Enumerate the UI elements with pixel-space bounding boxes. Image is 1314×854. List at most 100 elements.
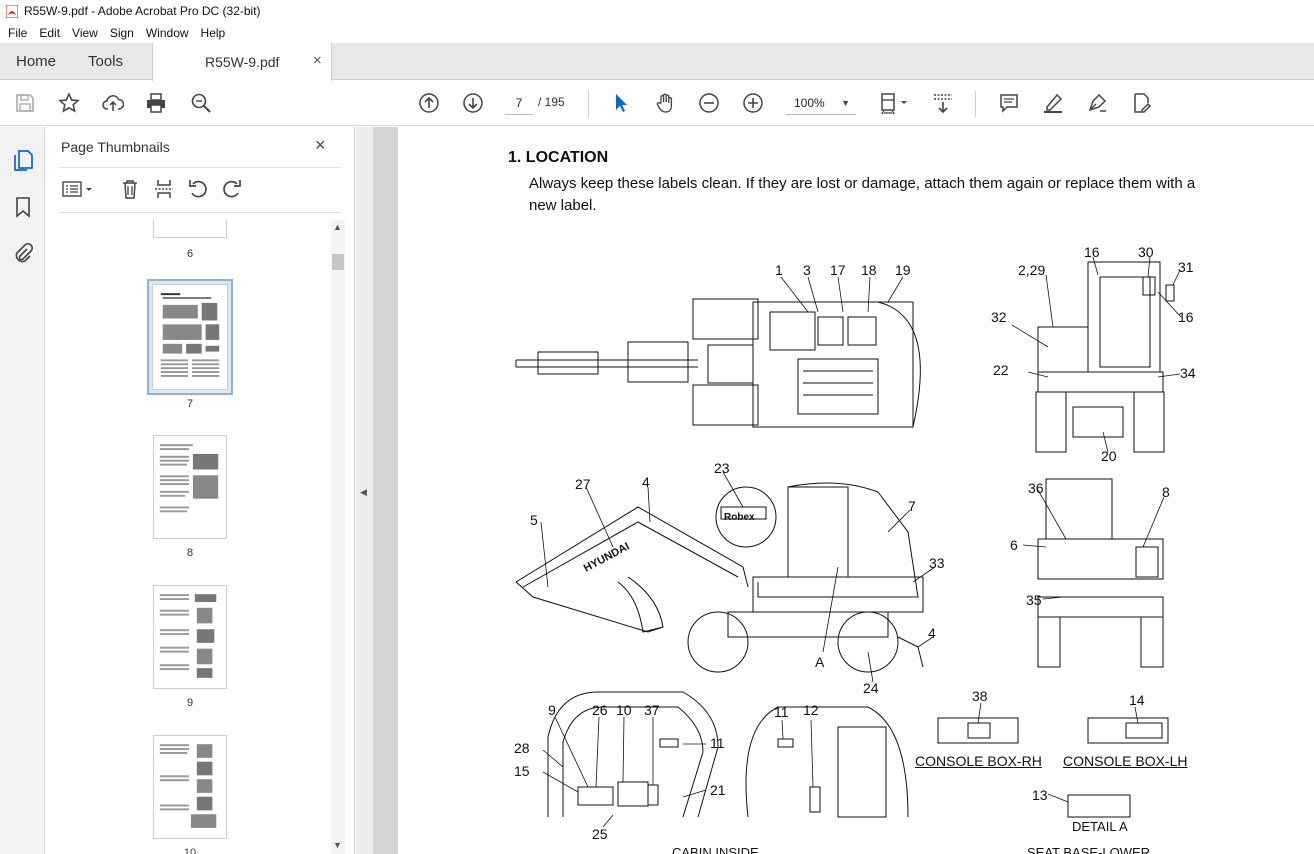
panel-splitter[interactable]: ◀ bbox=[356, 127, 373, 854]
save-button[interactable] bbox=[13, 91, 37, 115]
svg-text:16: 16 bbox=[1178, 309, 1194, 325]
svg-text:4: 4 bbox=[928, 625, 936, 641]
scrolling-mode-icon bbox=[934, 94, 952, 114]
fill-sign-button[interactable] bbox=[1129, 91, 1153, 115]
plus-circle-icon bbox=[743, 93, 763, 113]
main-toolbar: 7 / 195 100% ▼ bbox=[0, 81, 1314, 126]
draw-button[interactable] bbox=[1085, 91, 1109, 115]
svg-text:34: 34 bbox=[1180, 365, 1196, 381]
attachments-button[interactable] bbox=[10, 240, 36, 266]
thumbnail-label: 6 bbox=[186, 248, 194, 260]
svg-text:28: 28 bbox=[514, 740, 530, 756]
select-tool-button[interactable] bbox=[609, 91, 633, 115]
page-number-input[interactable]: 7 bbox=[505, 91, 533, 115]
svg-text:33: 33 bbox=[929, 555, 945, 571]
scroll-down-icon[interactable]: ▼ bbox=[333, 840, 342, 850]
thumbnail-options-button[interactable] bbox=[61, 177, 95, 201]
page-total: / 195 bbox=[538, 95, 565, 109]
thumbnail-page-9[interactable] bbox=[153, 585, 227, 689]
bookmark-icon bbox=[16, 197, 30, 218]
thumbnail-label: 9 bbox=[186, 697, 194, 709]
fill-sign-icon bbox=[1134, 93, 1152, 113]
thumbnails-scrollbar[interactable]: ▲ ▼ bbox=[331, 220, 345, 854]
panel-divider bbox=[59, 167, 341, 168]
thumbnail-page-10[interactable] bbox=[153, 735, 227, 839]
page-thumbnails-button[interactable] bbox=[10, 147, 36, 173]
printer-icon bbox=[147, 93, 165, 113]
bookmarks-button[interactable] bbox=[10, 194, 36, 220]
scroll-mode-button[interactable] bbox=[931, 91, 955, 115]
svg-text:23: 23 bbox=[714, 460, 730, 476]
extract-pages-button[interactable] bbox=[153, 177, 175, 201]
thumbnail-label: 7 bbox=[186, 398, 194, 410]
thumbnail-page-6[interactable] bbox=[153, 220, 227, 238]
page-fit-button[interactable] bbox=[876, 91, 912, 115]
close-tab-icon[interactable]: × bbox=[313, 52, 322, 69]
tab-home[interactable]: Home bbox=[16, 43, 56, 80]
tab-tools[interactable]: Tools bbox=[88, 43, 123, 80]
svg-text:17: 17 bbox=[830, 262, 846, 278]
caption-detail-a: DETAIL A bbox=[1072, 819, 1128, 834]
collapse-panel-icon[interactable]: ◀ bbox=[360, 487, 367, 498]
menu-file[interactable]: File bbox=[2, 26, 33, 40]
highlight-button[interactable] bbox=[1041, 91, 1065, 115]
delete-pages-button[interactable] bbox=[119, 177, 141, 201]
svg-text:30: 30 bbox=[1138, 244, 1154, 260]
page-thumbnails-panel: Page Thumbnails × 6 7 8 9 10 ▲ ▼ bbox=[45, 127, 355, 854]
next-page-button[interactable] bbox=[461, 91, 485, 115]
menu-help[interactable]: Help bbox=[195, 26, 232, 40]
svg-text:21: 21 bbox=[710, 782, 726, 798]
document-viewer[interactable]: 1. LOCATION Always keep these labels cle… bbox=[373, 127, 1314, 854]
rotate-right-button[interactable] bbox=[221, 177, 243, 201]
rotate-clockwise-icon bbox=[223, 180, 241, 198]
caption-cabin-inside: CABIN INSIDE bbox=[672, 845, 759, 854]
upload-button[interactable] bbox=[101, 91, 125, 115]
title-bar: R55W-9.pdf - Adobe Acrobat Pro DC (32-bi… bbox=[0, 0, 1314, 22]
zoom-level-select[interactable]: 100% ▼ bbox=[786, 91, 856, 115]
navigation-rail bbox=[0, 127, 45, 854]
split-pages-icon bbox=[155, 180, 173, 198]
menu-edit[interactable]: Edit bbox=[33, 26, 66, 40]
previous-page-button[interactable] bbox=[417, 91, 441, 115]
bookmark-star-button[interactable] bbox=[57, 91, 81, 115]
hand-tool-button[interactable] bbox=[653, 91, 677, 115]
svg-text:8: 8 bbox=[1162, 484, 1170, 500]
svg-text:31: 31 bbox=[1178, 259, 1194, 275]
menu-view[interactable]: View bbox=[66, 26, 104, 40]
zoom-in-button[interactable] bbox=[741, 91, 765, 115]
close-panel-icon[interactable]: × bbox=[315, 135, 326, 156]
thumbnail-page-8[interactable] bbox=[153, 435, 227, 539]
svg-text:37: 37 bbox=[644, 702, 660, 718]
svg-text:4: 4 bbox=[642, 474, 650, 490]
zoom-search-icon bbox=[191, 93, 211, 113]
acrobat-logo-icon bbox=[6, 4, 18, 18]
pdf-page: 1. LOCATION Always keep these labels cle… bbox=[398, 127, 1314, 854]
caption-seat-base-lower: SEAT BASE-LOWER bbox=[1027, 845, 1151, 854]
thumbnail-page-7[interactable] bbox=[152, 284, 228, 390]
svg-text:12: 12 bbox=[803, 702, 819, 718]
svg-text:24: 24 bbox=[863, 680, 879, 696]
arrow-down-circle-icon bbox=[463, 93, 483, 113]
menu-sign[interactable]: Sign bbox=[104, 26, 140, 40]
svg-text:38: 38 bbox=[972, 688, 988, 704]
console-box-lh-drawing bbox=[1087, 717, 1169, 744]
svg-text:A: A bbox=[815, 654, 825, 670]
print-button[interactable] bbox=[144, 91, 168, 115]
trash-icon bbox=[123, 180, 137, 199]
tab-document[interactable]: R55W-9.pdf × bbox=[152, 43, 332, 81]
paperclip-icon bbox=[15, 242, 34, 263]
svg-text:13: 13 bbox=[1032, 787, 1048, 803]
minus-circle-icon bbox=[699, 93, 719, 113]
zoom-out-button[interactable] bbox=[697, 91, 721, 115]
rotate-left-button[interactable] bbox=[187, 177, 209, 201]
find-button[interactable] bbox=[189, 91, 213, 115]
page-thumbnails-icon bbox=[14, 150, 33, 171]
svg-text:19: 19 bbox=[895, 262, 911, 278]
hand-icon bbox=[656, 93, 673, 113]
scroll-up-icon[interactable]: ▲ bbox=[333, 222, 342, 232]
comment-button[interactable] bbox=[997, 91, 1021, 115]
caption-console-box-lh: CONSOLE BOX-LH bbox=[1063, 753, 1188, 769]
svg-text:11: 11 bbox=[710, 735, 725, 751]
menu-window[interactable]: Window bbox=[140, 26, 195, 40]
scrollbar-thumb[interactable] bbox=[332, 254, 344, 270]
